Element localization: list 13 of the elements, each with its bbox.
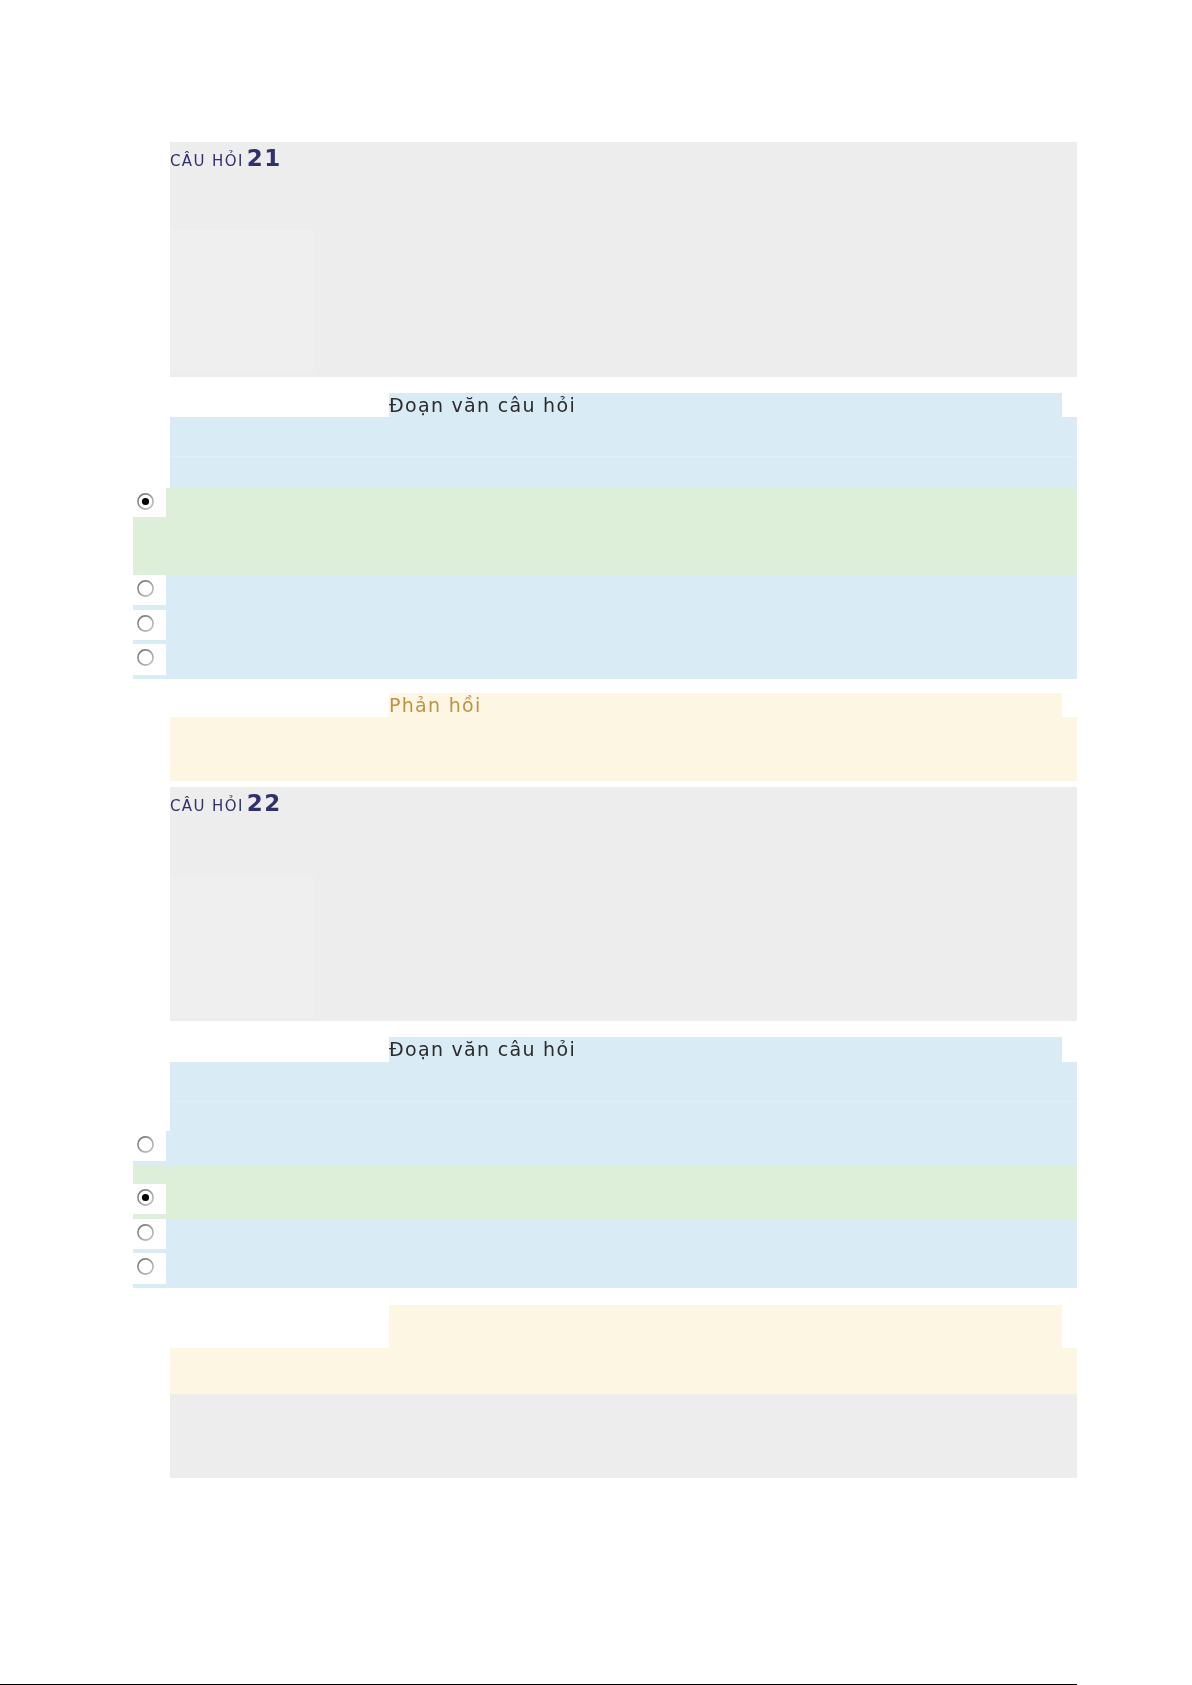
radio-button[interactable]: [137, 1258, 154, 1275]
heading-text: Phản hồi: [389, 693, 482, 717]
radio-button[interactable]: [137, 649, 154, 666]
radio-button[interactable]: [137, 1224, 154, 1241]
radio-button[interactable]: [137, 1136, 154, 1153]
radio-button[interactable]: [137, 493, 154, 510]
heading-text: Đoạn văn câu hỏi: [389, 393, 576, 417]
radio-button[interactable]: [137, 580, 154, 597]
question-title: CÂU HỎI 22: [170, 789, 282, 818]
heading-text: Đoạn văn câu hỏi: [389, 1037, 576, 1061]
question-title: CÂU HỎI 21: [170, 144, 282, 173]
radio-button[interactable]: [137, 1189, 154, 1206]
radio-button[interactable]: [137, 615, 154, 632]
